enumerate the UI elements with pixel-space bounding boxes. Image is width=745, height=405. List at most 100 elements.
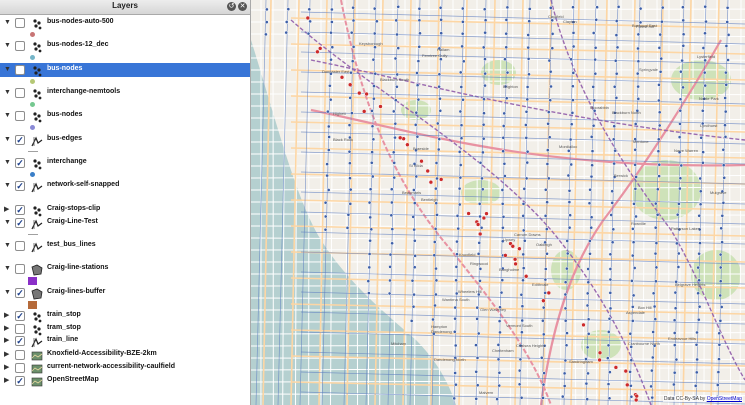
bus-node [411, 215, 416, 219]
bus-node [327, 135, 331, 139]
attribution-text: Data CC-By-SA by [663, 396, 706, 402]
bus-node [527, 72, 531, 77]
layer-visibility-checkbox[interactable] [15, 350, 25, 360]
layer-row[interactable]: ▼ Craig-line-stations [0, 262, 250, 276]
layer-row[interactable]: ▼ bus-nodes-12_dec [0, 39, 250, 53]
layer-visibility-checkbox[interactable] [15, 88, 25, 98]
expand-arrow-icon[interactable]: ▶ [4, 312, 9, 320]
layer-visibility-checkbox[interactable] [15, 264, 25, 274]
close-icon[interactable]: ✕ [238, 2, 247, 11]
place-label: Moorabbin [590, 105, 609, 110]
place-label: Bentleigh [421, 197, 438, 202]
map-canvas[interactable]: Blackburn North Doncaster East Mitcham Ring… [251, 0, 745, 405]
layer-visibility-checkbox[interactable]: ✓ [15, 218, 25, 228]
layer-visibility-checkbox[interactable]: ✓ [15, 376, 25, 386]
layer-row[interactable]: ▼ test_bus_lines [0, 239, 250, 253]
layer-row[interactable]: ▶ ✓ Craig-stops-clip [0, 203, 250, 217]
bus-node [701, 150, 705, 154]
layer-visibility-checkbox[interactable] [15, 241, 25, 251]
layer-visibility-checkbox[interactable]: ✓ [15, 135, 25, 145]
expand-arrow-icon[interactable]: ▶ [4, 337, 9, 345]
bus-node [345, 226, 350, 230]
place-label: Lyndhurst [700, 123, 718, 128]
bus-node [657, 83, 661, 87]
collapse-arrow-icon[interactable]: ▼ [4, 136, 11, 144]
layer-row[interactable]: ▶ current-network-accessibility-caulfield [0, 361, 250, 375]
layer-visibility-checkbox[interactable] [15, 41, 25, 51]
bus-node [474, 369, 479, 374]
layer-row[interactable]: ▼ ✓ network-self-snapped [0, 179, 250, 193]
layer-row[interactable]: ▼ ✓ Craig-Line-Test [0, 216, 250, 230]
bus-node [616, 5, 621, 9]
collapse-arrow-icon[interactable]: ▼ [4, 289, 11, 297]
expand-arrow-icon[interactable]: ▶ [4, 206, 9, 214]
layer-visibility-checkbox[interactable]: ✓ [15, 181, 25, 191]
bus-node [629, 358, 634, 363]
bus-node [680, 58, 684, 63]
bus-node [330, 45, 335, 50]
layer-visibility-checkbox[interactable]: ✓ [15, 336, 25, 346]
bus-node [565, 251, 570, 256]
bus-node [390, 227, 395, 231]
layer-row[interactable]: ▼ ✓ bus-edges [0, 133, 250, 147]
collapse-arrow-icon[interactable]: ▼ [4, 42, 11, 50]
layer-row[interactable]: ▼ interchange-nemtools [0, 86, 250, 100]
bus-node [367, 291, 371, 295]
layer-row[interactable]: ▶ ✓ train_line [0, 334, 250, 348]
collapse-arrow-icon[interactable]: ▼ [4, 219, 11, 227]
bus-node [524, 136, 529, 140]
layer-visibility-checkbox[interactable]: ✓ [15, 158, 25, 168]
collapse-arrow-icon[interactable]: ▼ [4, 89, 11, 97]
bus-node [656, 137, 661, 142]
point-layer-icon [31, 110, 43, 123]
map-svg[interactable]: Blackburn North Doncaster East Mitcham Ring… [251, 0, 745, 405]
layer-row[interactable]: ▼ bus-nodes-auto-500 [0, 16, 250, 30]
layer-visibility-checkbox[interactable] [15, 65, 25, 75]
expand-arrow-icon[interactable]: ▶ [4, 364, 9, 372]
place-label: Belgrave Heights [675, 282, 705, 287]
layer-visibility-checkbox[interactable]: ✓ [15, 205, 25, 215]
layer-row[interactable]: ▶ ✓ OpenStreetMap [0, 374, 250, 388]
layer-row[interactable]: ▼ ✓ interchange [0, 156, 250, 170]
layer-visibility-checkbox[interactable] [15, 363, 25, 373]
collapse-arrow-icon[interactable]: ▼ [4, 242, 11, 250]
bus-node [326, 124, 331, 129]
layer-visibility-checkbox[interactable]: ✓ [15, 311, 25, 321]
collapse-arrow-icon[interactable]: ▼ [4, 159, 11, 167]
collapse-arrow-icon[interactable]: ▼ [4, 265, 11, 273]
bus-node [678, 186, 682, 191]
layer-row[interactable]: ▶ ✓ train_stop [0, 309, 250, 323]
layer-visibility-checkbox[interactable]: ✓ [15, 288, 25, 298]
layer-visibility-checkbox[interactable] [15, 111, 25, 121]
bus-node [722, 175, 727, 180]
bus-node [548, 69, 553, 74]
bus-node [672, 343, 677, 347]
bus-node [521, 278, 525, 283]
bus-node [634, 214, 638, 219]
layer-row[interactable]: ▼ ✓ Craig-lines-buffer [0, 286, 250, 300]
bus-node [593, 57, 597, 62]
layer-row[interactable]: ▶ Knoxfield-Accessibility-BZE-2km [0, 348, 250, 362]
bus-node [432, 240, 437, 244]
layer-visibility-checkbox[interactable] [15, 324, 25, 334]
place-label: Wheelers Hill [458, 289, 482, 294]
collapse-arrow-icon[interactable]: ▼ [4, 19, 11, 27]
attribution-link[interactable]: OpenStreetMap [707, 396, 742, 402]
bus-node [678, 122, 682, 126]
layer-visibility-checkbox[interactable] [15, 18, 25, 28]
collapse-arrow-icon[interactable]: ▼ [4, 182, 11, 190]
collapse-arrow-icon[interactable]: ▼ [4, 112, 11, 120]
expand-arrow-icon[interactable]: ▶ [4, 325, 9, 333]
bus-node [519, 395, 524, 400]
bus-node [585, 345, 590, 350]
interchange-node [625, 382, 630, 388]
layer-name: bus-nodes-12_dec [47, 41, 109, 48]
bus-node [681, 18, 686, 23]
bus-node [527, 7, 532, 11]
expand-arrow-icon[interactable]: ▶ [4, 351, 9, 359]
restore-icon[interactable]: ↺ [227, 2, 236, 11]
expand-arrow-icon[interactable]: ▶ [4, 377, 9, 385]
collapse-arrow-icon[interactable]: ▼ [4, 66, 11, 74]
layer-row[interactable]: ▼ bus-nodes [0, 109, 250, 123]
layer-row[interactable]: ▼ bus-nodes [0, 63, 250, 77]
